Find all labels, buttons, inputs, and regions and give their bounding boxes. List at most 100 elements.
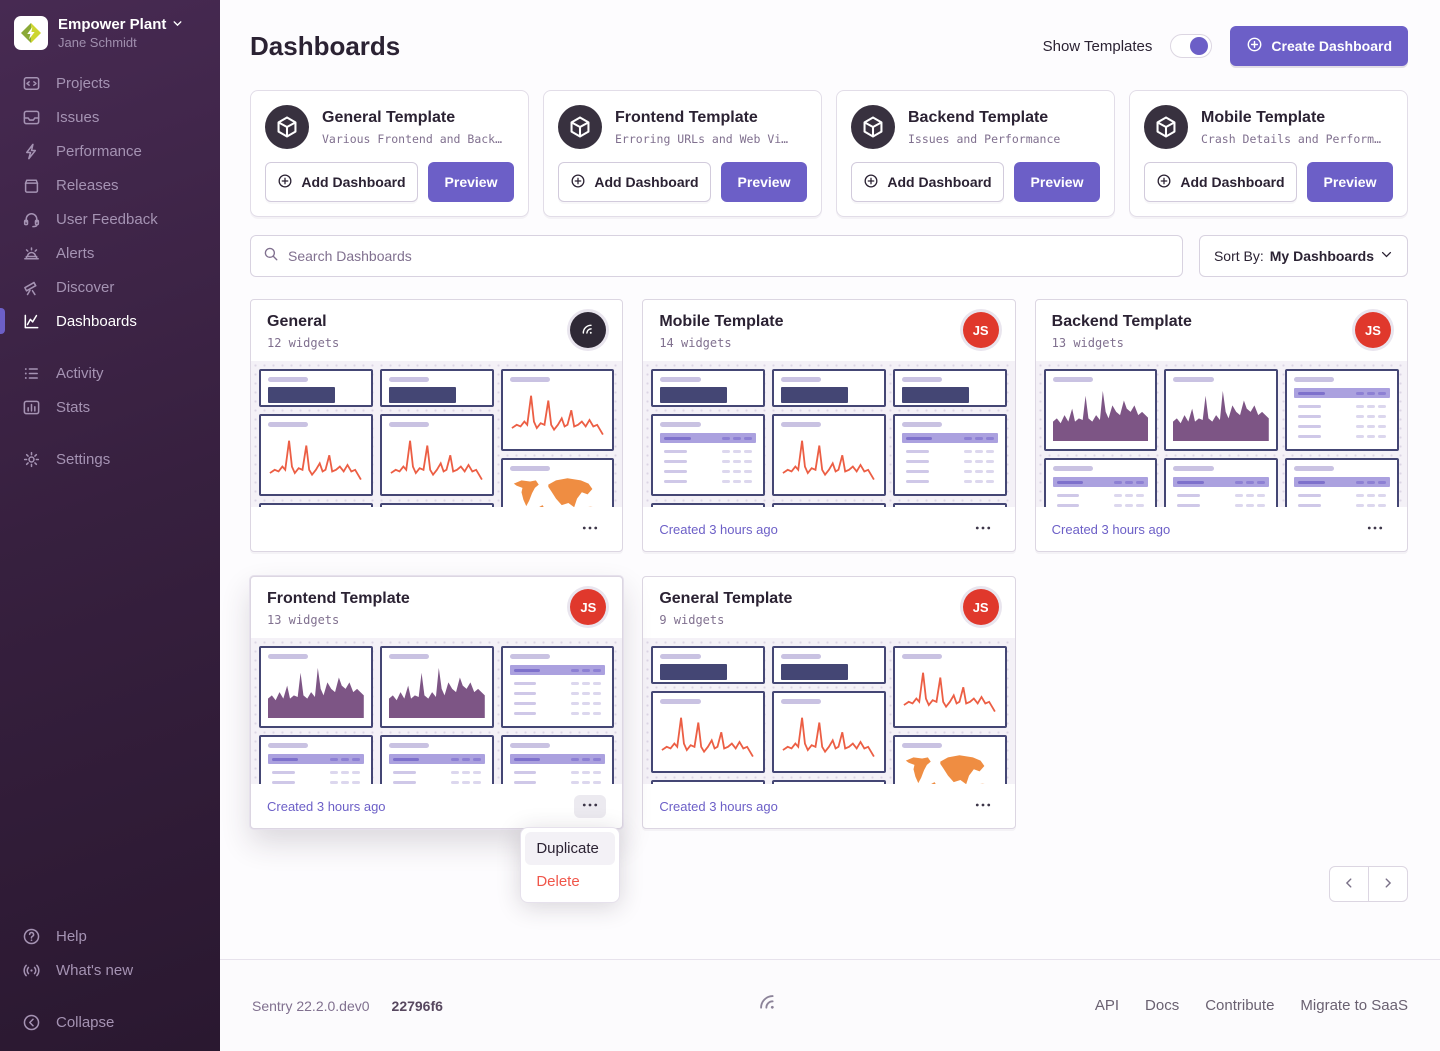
card-options-button[interactable]: [967, 795, 999, 818]
card-options-button[interactable]: [574, 795, 606, 818]
card-options-button[interactable]: [1359, 518, 1391, 541]
sidebar-item-label: Discover: [56, 279, 114, 296]
preview-button[interactable]: Preview: [428, 162, 514, 202]
card-options-button[interactable]: [967, 518, 999, 541]
show-templates-toggle[interactable]: [1170, 34, 1212, 58]
org-switcher[interactable]: Empower Plant Jane Schmidt: [0, 12, 220, 66]
sidebar-item-performance[interactable]: Performance: [0, 134, 220, 168]
search-box: [250, 235, 1183, 277]
dashboard-card-title: General Template: [659, 590, 998, 608]
sidebar-item-dashboards[interactable]: Dashboards: [0, 304, 220, 338]
mini-widget-stub: [651, 780, 765, 784]
dashboard-card[interactable]: General Template9 widgetsJSCreated 3 hou…: [642, 576, 1015, 829]
dashboard-widget-count: 12 widgets: [267, 336, 606, 350]
sidebar-item-alerts[interactable]: Alerts: [0, 236, 220, 270]
dashboard-card[interactable]: Mobile Template14 widgetsJSCreated 3 hou…: [642, 299, 1015, 552]
mini-widget-tablecut: [1044, 458, 1158, 507]
sidebar-item-projects[interactable]: Projects: [0, 66, 220, 100]
created-timestamp: Created 3 hours ago: [659, 522, 778, 537]
sidebar-item-activity[interactable]: Activity: [0, 356, 220, 390]
footer-link-api[interactable]: API: [1095, 997, 1119, 1014]
add-dashboard-label: Add Dashboard: [887, 174, 991, 190]
mini-widget-area: [1164, 369, 1278, 451]
dashboard-card[interactable]: Backend Template13 widgetsJSCreated 3 ho…: [1035, 299, 1408, 552]
sidebar-item-stats[interactable]: Stats: [0, 390, 220, 424]
create-dashboard-button[interactable]: Create Dashboard: [1230, 26, 1408, 66]
menu-item-delete[interactable]: Delete: [525, 865, 615, 898]
sidebar-item-label: Issues: [56, 109, 99, 126]
sidebar-item-user-feedback[interactable]: User Feedback: [0, 202, 220, 236]
add-dashboard-label: Add Dashboard: [1180, 174, 1284, 190]
dashboard-card-title: Mobile Template: [659, 313, 998, 331]
pagination-next-button[interactable]: [1368, 866, 1408, 902]
footer-link-contribute[interactable]: Contribute: [1205, 997, 1274, 1014]
chevron-down-icon: [172, 16, 183, 33]
avatar: JS: [1355, 312, 1391, 348]
template-subtitle: Erroring URLs and Web Vi…: [615, 132, 788, 146]
mini-widget-table: [501, 646, 615, 728]
sidebar-item-help[interactable]: Help: [0, 919, 220, 953]
add-dashboard-label: Add Dashboard: [301, 174, 405, 190]
sort-by-dropdown[interactable]: Sort By: My Dashboards: [1199, 235, 1408, 277]
dashboard-card-title: General: [267, 313, 606, 331]
menu-item-duplicate[interactable]: Duplicate: [525, 832, 615, 865]
footer-link-migrate-to-saas[interactable]: Migrate to SaaS: [1300, 997, 1408, 1014]
ellipsis-icon: [974, 798, 992, 815]
performance-icon: [22, 142, 41, 161]
template-subtitle: Issues and Performance: [908, 132, 1060, 146]
mini-widget-bignum: [772, 369, 886, 407]
mini-widget-area: [1044, 369, 1158, 451]
preview-button[interactable]: Preview: [1307, 162, 1393, 202]
footer-version: Sentry 22.2.0.dev0: [252, 998, 370, 1014]
mini-widget-stub: [893, 503, 1007, 507]
alerts-icon: [22, 244, 41, 263]
add-dashboard-button[interactable]: Add Dashboard: [558, 162, 711, 202]
mini-widget-tablecut: [501, 735, 615, 784]
add-dashboard-button[interactable]: Add Dashboard: [1144, 162, 1297, 202]
mini-widget-bignum: [651, 646, 765, 684]
search-input[interactable]: [288, 248, 1170, 264]
footer-link-docs[interactable]: Docs: [1145, 997, 1179, 1014]
sidebar-item-label: Alerts: [56, 245, 94, 262]
sidebar-item-discover[interactable]: Discover: [0, 270, 220, 304]
dashboard-preview: [251, 638, 622, 784]
plus-circle-icon: [1246, 36, 1263, 56]
pagination-prev-button[interactable]: [1329, 866, 1369, 902]
dashboard-preview: [1036, 361, 1407, 507]
mini-widget-line: [501, 369, 615, 451]
org-logo: [14, 16, 48, 50]
dashboard-card[interactable]: General 12 widgets: [250, 299, 623, 552]
sidebar-item-releases[interactable]: Releases: [0, 168, 220, 202]
sidebar-item-what-s-new[interactable]: What's new: [0, 953, 220, 987]
plus-circle-icon: [1156, 173, 1172, 192]
sidebar-item-label: Releases: [56, 177, 119, 194]
sidebar-item-label: Collapse: [56, 1014, 114, 1031]
mini-widget-line: [772, 691, 886, 773]
template-subtitle: Crash Details and Perform…: [1201, 132, 1381, 146]
add-dashboard-button[interactable]: Add Dashboard: [265, 162, 418, 202]
sort-label: Sort By:: [1214, 248, 1264, 264]
dashboard-preview: [643, 361, 1014, 507]
dashboard-preview: [251, 361, 622, 507]
sentry-logo-icon: [755, 990, 783, 1021]
sidebar-item-issues[interactable]: Issues: [0, 100, 220, 134]
mini-widget-stub: [651, 503, 765, 507]
sidebar-item-settings[interactable]: Settings: [0, 442, 220, 476]
preview-button[interactable]: Preview: [721, 162, 807, 202]
mini-widget-stub: [772, 780, 886, 784]
sidebar-item-collapse[interactable]: Collapse: [0, 1005, 220, 1039]
show-templates-label: Show Templates: [1043, 38, 1153, 55]
discover-icon: [22, 278, 41, 297]
sidebar-item-label: Settings: [56, 451, 110, 468]
dashboard-card[interactable]: Frontend Template13 widgetsJSCreated 3 h…: [250, 576, 623, 829]
empower-plant-logo-icon: [19, 21, 43, 45]
ellipsis-icon: [1366, 521, 1384, 538]
card-options-button[interactable]: [574, 518, 606, 541]
dashboards-grid: General 12 widgets Mobile Template14 widge…: [250, 299, 1408, 829]
mini-widget-stub: [259, 503, 373, 507]
preview-button[interactable]: Preview: [1014, 162, 1100, 202]
avatar: JS: [963, 312, 999, 348]
dashboard-card-title: Backend Template: [1052, 313, 1391, 331]
add-dashboard-button[interactable]: Add Dashboard: [851, 162, 1004, 202]
sidebar-item-label: What's new: [56, 962, 133, 979]
